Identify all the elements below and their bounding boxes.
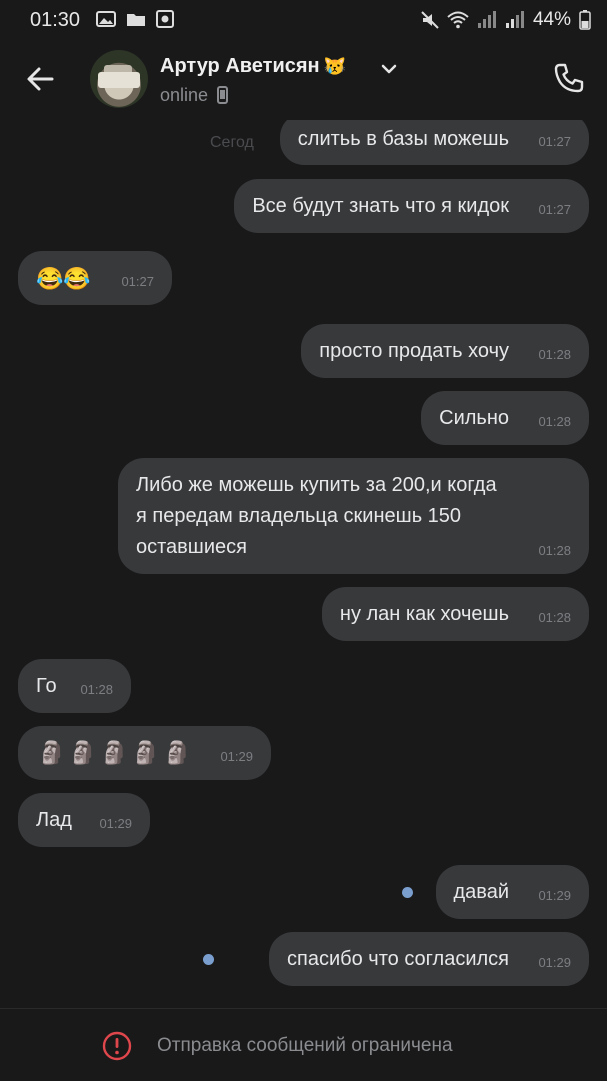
contact-emoji: 😿 [323,56,347,76]
contact-status: online [160,85,229,106]
message-text: спасибо что согласился [287,948,509,970]
message-text: Лад [36,809,72,831]
message-incoming[interactable]: Го 01:28 [18,659,131,713]
system-icons: 44% [421,9,591,31]
message-time: 01:29 [99,816,132,831]
mute-icon [421,11,439,29]
message-line: Либо же можешь купить за 200,и когда [136,474,497,496]
message-text: Все будут знать что я кидок [252,195,509,217]
message-time: 01:27 [538,134,571,149]
message-text: просто продать хочу [319,340,509,362]
message-outgoing[interactable]: Либо же можешь купить за 200,и когда я п… [118,458,589,574]
message-outgoing[interactable]: спасибо что согласился 01:29 [269,932,589,986]
unread-indicator [402,887,413,898]
back-arrow-icon[interactable] [24,62,58,96]
battery-percent: 44% [532,9,571,30]
message-incoming[interactable]: Лад 01:29 [18,793,150,847]
contact-status-text: online [160,85,209,105]
message-text: Сильно [439,407,509,429]
date-separator: Сегод [210,134,254,151]
chevron-down-icon[interactable] [380,62,398,76]
message-time: 01:28 [80,682,113,697]
message-text: слитьь в базы можешь [297,128,509,150]
status-time: 01:30 [30,9,81,31]
message-time: 01:28 [538,414,571,429]
message-outgoing[interactable]: слитьь в базы можешь 01:27 [279,120,589,165]
message-time: 01:29 [538,888,571,903]
message-time: 01:27 [538,202,571,217]
message-text: 😂😂 [36,266,91,291]
message-outgoing[interactable]: просто продать хочу 01:28 [301,324,589,378]
message-text: Го [36,675,57,697]
message-text: ну лан как хочешь [339,603,509,625]
folder-icon [127,14,145,26]
notification-icons [96,10,174,28]
message-time: 01:28 [538,543,571,558]
avatar[interactable] [90,50,148,108]
message-text: давай [453,881,510,903]
message-outgoing[interactable]: Сильно 01:28 [421,391,589,445]
screenshot-icon [156,10,174,28]
message-text: 🗿🗿🗿🗿🗿 [38,740,195,765]
gallery-icon [96,11,116,27]
contact-name-text: Артур Аветисян [160,55,320,77]
message-outgoing[interactable]: давай 01:29 [435,865,589,919]
mobile-phone-icon [217,86,229,104]
contact-name[interactable]: Артур Аветисян 😿 [160,55,346,78]
signal-icon [477,11,496,28]
signal-icon-2 [505,11,524,28]
phone-call-icon[interactable] [551,60,587,96]
message-line: оставшиеся [136,536,247,558]
message-time: 01:27 [121,274,154,289]
message-time: 01:29 [538,955,571,970]
message-incoming[interactable]: 😂😂 01:27 [18,251,172,305]
message-time: 01:28 [538,347,571,362]
status-bar: 01:30 44% [0,0,607,40]
message-time: 01:29 [220,749,253,764]
compose-restricted-bar: Отправка сообщений ограничена [0,1008,607,1081]
message-line: я передам владельца скинешь 150 [136,505,462,527]
unread-indicator [203,954,214,965]
message-outgoing[interactable]: Все будут знать что я кидок 01:27 [234,179,589,233]
message-list[interactable]: Сегод слитьь в базы можешь 01:27 Все буд… [0,120,607,1008]
restriction-message: Отправка сообщений ограничена [157,1035,453,1056]
wifi-icon [447,11,469,29]
warning-circle-icon [102,1031,132,1061]
message-time: 01:28 [538,610,571,625]
battery-icon [579,10,591,30]
chat-header: Артур Аветисян 😿 online [0,40,607,120]
message-incoming[interactable]: 🗿🗿🗿🗿🗿 01:29 [18,726,271,780]
message-outgoing[interactable]: ну лан как хочешь 01:28 [321,587,589,641]
